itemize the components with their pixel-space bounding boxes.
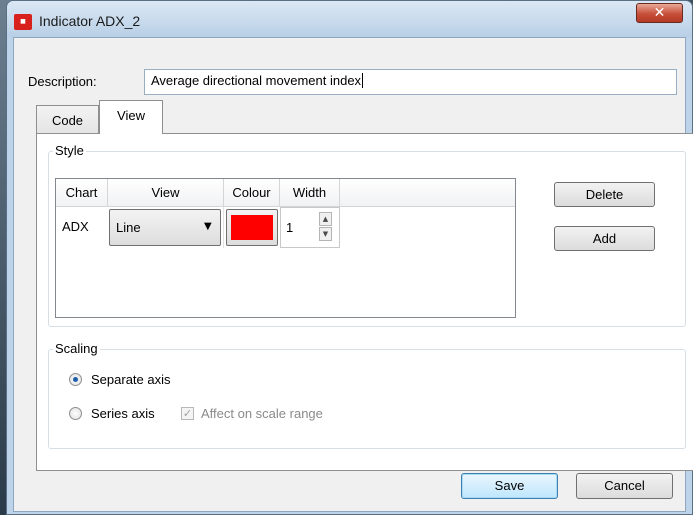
tab-view[interactable]: View [99, 100, 163, 134]
stepper-up-icon[interactable]: ▲ [319, 212, 332, 226]
column-header-chart[interactable]: Chart [56, 179, 108, 207]
app-logo-icon: ■ [14, 14, 32, 30]
scaling-group [48, 349, 686, 449]
title-bar[interactable]: ■ Indicator ADX_2 ✕ [7, 1, 692, 37]
description-input[interactable]: Average directional movement index [144, 69, 677, 95]
text-cursor [362, 73, 364, 88]
stepper-down-icon[interactable]: ▼ [319, 227, 332, 241]
description-label: Description: [28, 74, 97, 89]
style-grid: Chart View Colour Width ADX Line ▼ 1 ▲ ▼ [55, 178, 516, 318]
affect-scale-label: Affect on scale range [201, 406, 323, 421]
view-dropdown[interactable]: Line ▼ [109, 209, 221, 246]
view-tab-panel: Style Chart View Colour Width ADX Line ▼ [36, 133, 693, 471]
separate-axis-label: Separate axis [91, 372, 171, 387]
cell-chart: ADX [62, 219, 89, 234]
scaling-group-title: Scaling [53, 341, 100, 356]
width-value: 1 [286, 220, 294, 235]
affect-scale-checkbox[interactable]: ✓ [181, 407, 194, 420]
save-button[interactable]: Save [461, 473, 558, 499]
colour-picker-button[interactable] [226, 209, 278, 246]
cell-view: Line ▼ [108, 207, 224, 248]
column-header-width[interactable]: Width [280, 179, 340, 207]
separate-axis-radio[interactable] [69, 373, 82, 386]
chevron-down-icon: ▼ [204, 221, 212, 232]
column-header-filler [340, 179, 515, 207]
cancel-button[interactable]: Cancel [576, 473, 673, 499]
window-title: Indicator ADX_2 [39, 13, 141, 29]
width-stepper[interactable]: 1 ▲ ▼ [280, 207, 340, 248]
view-dropdown-value: Line [116, 220, 141, 235]
close-icon: ✕ [653, 5, 666, 21]
add-button[interactable]: Add [554, 226, 655, 251]
style-group-title: Style [53, 143, 86, 158]
series-axis-radio[interactable] [69, 407, 82, 420]
tab-code[interactable]: Code [36, 105, 99, 134]
colour-swatch [231, 215, 273, 240]
close-button[interactable]: ✕ [636, 3, 683, 23]
check-icon: ✓ [182, 407, 193, 420]
dialog-body: Description: Average directional movemen… [13, 37, 693, 512]
series-axis-label: Series axis [91, 406, 155, 421]
delete-button[interactable]: Delete [554, 182, 655, 207]
indicator-dialog: ■ Indicator ADX_2 ✕ Description: Average… [6, 0, 693, 515]
column-header-view[interactable]: View [108, 179, 224, 207]
column-header-colour[interactable]: Colour [224, 179, 280, 207]
description-value: Average directional movement index [151, 73, 362, 88]
